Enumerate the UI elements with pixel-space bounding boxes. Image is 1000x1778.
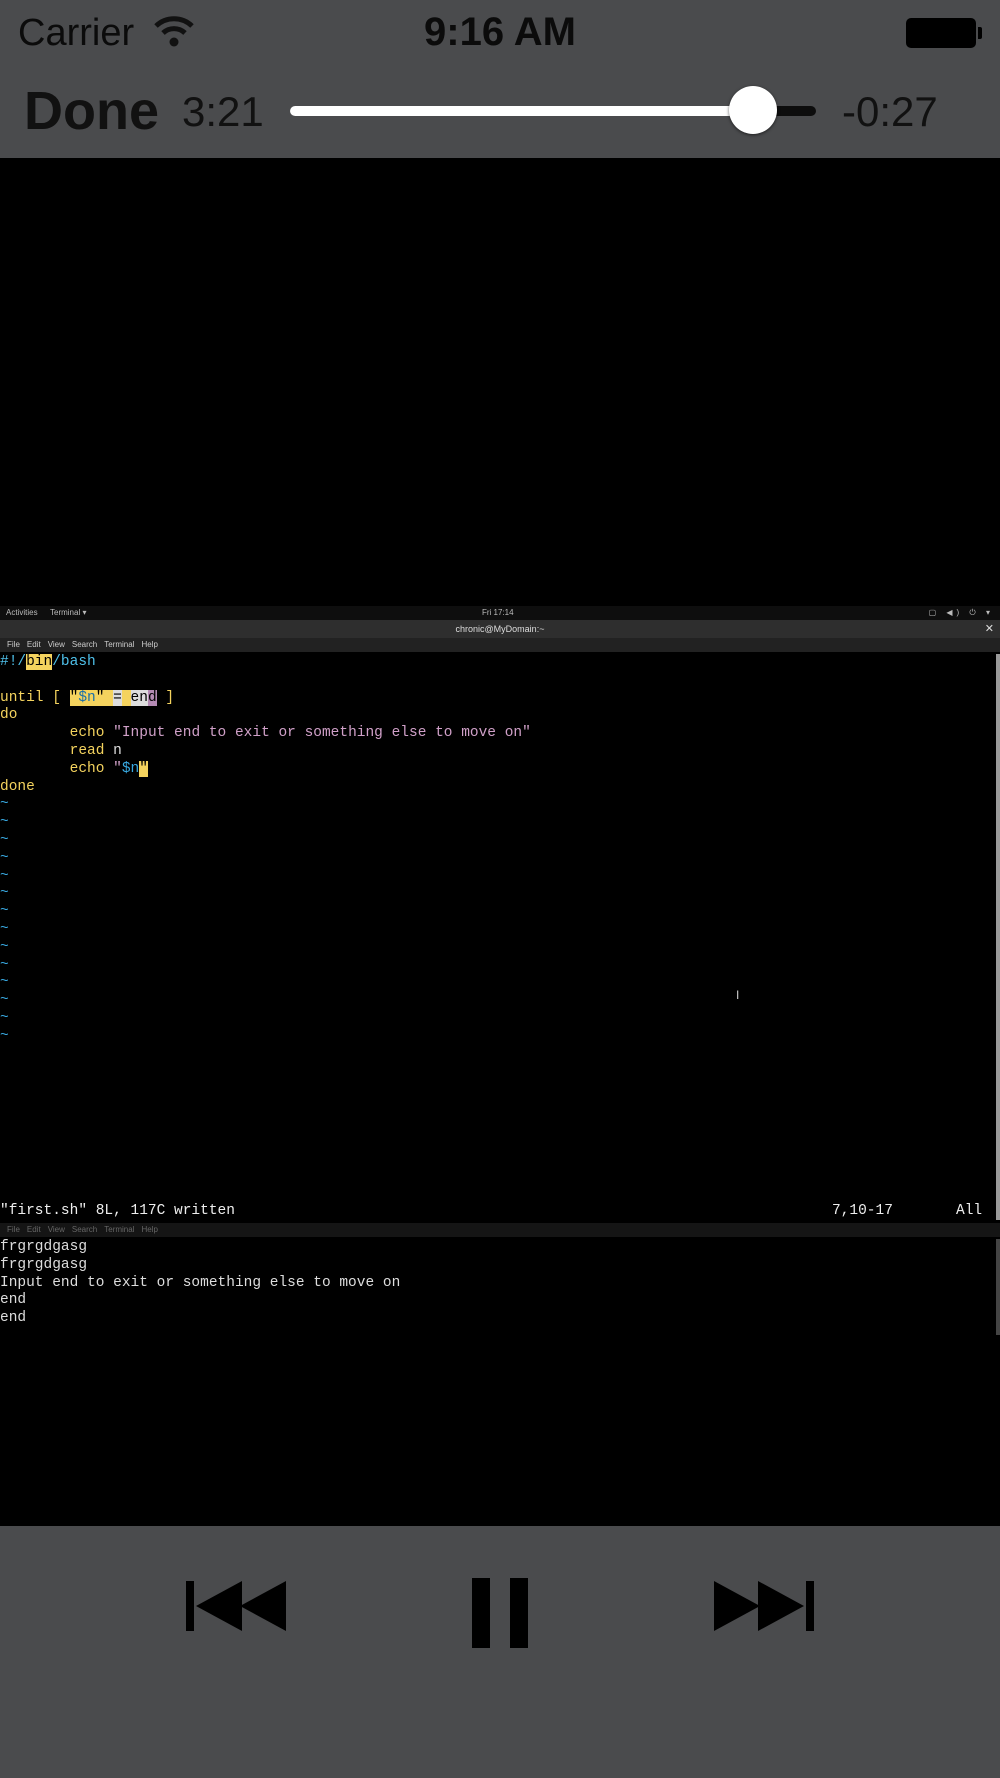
code-line: done <box>0 778 35 795</box>
output-line: end <box>0 1292 27 1309</box>
playback-controls <box>0 1526 1000 1778</box>
tilde-line: ~ <box>0 1009 9 1026</box>
menu-search: Search <box>71 640 98 649</box>
scrubber-track[interactable] <box>290 86 816 134</box>
output-line: frgrgdgasg <box>0 1256 88 1273</box>
system-tray-icons: ▢ ◀) ⏻ ▾ <box>928 608 994 617</box>
tilde-line: ~ <box>0 992 9 1009</box>
tilde-line: ~ <box>0 796 9 813</box>
code-line: read n <box>69 742 122 759</box>
tilde-line: ~ <box>0 938 9 955</box>
output-line: Input end to exit or something else to m… <box>0 1274 401 1291</box>
terminal-output-pane: frgrgdgasg frgrgdgasg Input end to exit or… <box>0 1239 996 1328</box>
code-line: until [ "$n" = end ] <box>0 689 175 706</box>
battery-icon <box>906 18 982 48</box>
elapsed-time: 3:21 <box>182 88 264 135</box>
done-button[interactable]: Done <box>24 80 159 142</box>
output-line: end <box>0 1310 27 1327</box>
code-line: echo "Input end to exit or something els… <box>69 725 531 742</box>
video-frame[interactable]: Activities Terminal ▾ Fri 17:14 ▢ ◀) ⏻ ▾… <box>0 158 1000 1526</box>
status-time: 9:16 AM <box>424 10 576 54</box>
menu-search: Search <box>71 1225 98 1234</box>
vim-cursor-position: 7,10-17 <box>832 1203 893 1219</box>
mouse-cursor-icon: I <box>736 988 740 1002</box>
vim-status-line: "first.sh" 8L, 117C written 7,10-17 All <box>0 1203 996 1221</box>
menu-edit: Edit <box>26 640 41 649</box>
menu-file: File <box>7 640 20 649</box>
player-top-bar: Done 3:21 -0:27 <box>0 66 1000 158</box>
scrubber-thumb[interactable] <box>728 86 777 134</box>
menu-view: View <box>47 640 65 649</box>
terminal-menubar: File Edit View Search Terminal Help <box>0 638 1000 652</box>
menu-help: Help <box>141 640 158 649</box>
terminal-window-title: chronic@MyDomain:~ ✕ <box>0 620 1000 638</box>
menu-terminal: Terminal <box>104 1225 135 1234</box>
gnome-top-bar: Activities Terminal ▾ Fri 17:14 ▢ ◀) ⏻ ▾ <box>0 606 1000 620</box>
tilde-line: ~ <box>0 867 9 884</box>
tilde-line: ~ <box>0 903 9 920</box>
code-line: #!/bin/bash <box>0 654 96 670</box>
vim-scrollbar <box>996 654 1000 1220</box>
terminal-app-menu: Terminal ▾ <box>50 608 87 617</box>
tilde-line: ~ <box>0 1027 9 1044</box>
tilde-line: ~ <box>0 814 9 831</box>
ios-status-bar: Carrier 9:16 AM <box>0 0 1000 66</box>
menu-edit: Edit <box>26 1225 41 1234</box>
scrubber-progress <box>290 106 753 116</box>
menu-file: File <box>7 1225 20 1234</box>
tilde-line: ~ <box>0 831 9 848</box>
remaining-time: -0:27 <box>842 88 938 135</box>
close-icon: ✕ <box>984 623 994 635</box>
menu-help: Help <box>141 1225 158 1234</box>
vim-editor-pane: #!/bin/bash until [ "$n" = end ] do echo … <box>0 654 996 1046</box>
vim-write-message: "first.sh" 8L, 117C written <box>0 1203 235 1219</box>
gnome-clock: Fri 17:14 <box>482 608 514 617</box>
tilde-line: ~ <box>0 885 9 902</box>
terminal-menubar-2: File Edit View Search Terminal Help <box>0 1223 1000 1237</box>
previous-track-icon[interactable] <box>186 1578 288 1634</box>
tilde-line: ~ <box>0 974 9 991</box>
vim-scroll-indicator: All <box>956 1203 983 1219</box>
menu-terminal: Terminal <box>104 640 135 649</box>
tilde-line: ~ <box>0 849 9 866</box>
next-track-icon[interactable] <box>714 1578 816 1634</box>
output-scrollbar <box>996 1239 1000 1335</box>
pause-icon[interactable] <box>470 1578 530 1648</box>
activities-button: Activities <box>6 608 38 617</box>
window-title-text: chronic@MyDomain:~ <box>455 624 545 634</box>
tilde-line: ~ <box>0 920 9 937</box>
code-line: echo "$n" <box>69 760 148 777</box>
menu-view: View <box>47 1225 65 1234</box>
output-line: frgrgdgasg <box>0 1239 88 1255</box>
code-line: do <box>0 707 18 724</box>
tilde-line: ~ <box>0 956 9 973</box>
